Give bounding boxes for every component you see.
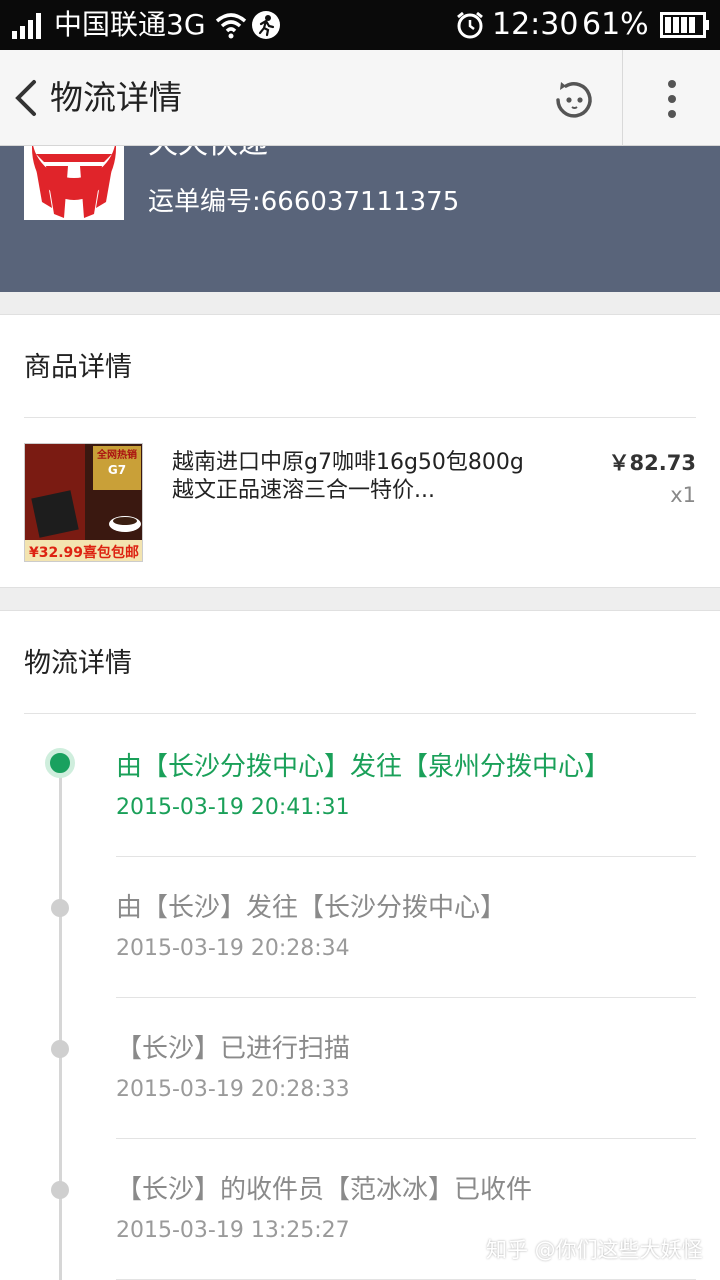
page-title: 物流详情: [50, 78, 182, 117]
more-menu-icon[interactable]: [660, 78, 684, 120]
signal-icon: [12, 13, 41, 39]
event-description: 由【长沙】发往【长沙分拨中心】: [116, 893, 507, 923]
product-thumbnail[interactable]: 全网热销 G7 ¥32.99喜包包邮: [24, 443, 143, 562]
event-time: 2015-03-19 20:28:34: [116, 936, 350, 961]
event-time: 2015-03-19 20:41:31: [116, 795, 350, 820]
back-arrow-icon[interactable]: [8, 74, 44, 122]
divider: [116, 997, 696, 998]
clock-label: 12:30: [492, 7, 579, 42]
courier-logo: [24, 146, 124, 220]
app-screen: 中国联通3G 12:30 61% 物流详情 运单编号:666037111375 …: [0, 0, 720, 1280]
product-price: ￥82.73: [608, 451, 696, 475]
divider: [116, 856, 696, 857]
status-bar: 中国联通3G 12:30 61%: [0, 0, 720, 50]
goods-section: 商品详情 全网热销 G7 ¥32.99喜包包邮 越南进口中原g7咖啡16g50包…: [0, 314, 720, 588]
logistics-section-title: 物流详情: [24, 648, 132, 679]
divider: [24, 417, 696, 418]
product-name[interactable]: 越南进口中原g7咖啡16g50包800g越文正品速溶三合一特价...: [172, 449, 532, 505]
product-quantity: x1: [670, 483, 696, 507]
logistics-section: 物流详情 由【长沙分拨中心】发往【泉州分拨中心】 2015-03-19 20:4…: [0, 610, 720, 1280]
timeline-dot: [51, 1040, 69, 1058]
thumb-price-label: ¥32.99喜包包邮: [29, 544, 139, 561]
timeline-dot-active: [45, 748, 75, 778]
thumb-label-top: 全网热销: [96, 448, 137, 461]
timeline-line: [59, 757, 62, 1280]
menu-divider: [622, 50, 623, 146]
timeline-dot: [51, 1181, 69, 1199]
event-description: 【长沙】已进行扫描: [116, 1034, 351, 1064]
event-time: 2015-03-19 13:25:27: [116, 1218, 350, 1243]
tracking-number[interactable]: 运单编号:666037111375: [148, 186, 459, 218]
watermark: 知乎 @你们这些大妖怪: [486, 1238, 703, 1262]
title-bar: 物流详情: [0, 50, 720, 146]
running-icon: [252, 11, 280, 39]
courier-name: 天天快递: [148, 146, 268, 162]
thumb-label-brand: G7: [108, 463, 126, 477]
divider: [24, 713, 696, 714]
goods-section-title: 商品详情: [24, 352, 132, 383]
event-time: 2015-03-19 20:28:33: [116, 1077, 350, 1102]
alarm-icon: [457, 11, 483, 39]
timeline-dot: [51, 899, 69, 917]
battery-icon: [660, 12, 709, 38]
event-description: 由【长沙分拨中心】发往【泉州分拨中心】: [116, 752, 611, 782]
wifi-icon: [215, 13, 247, 39]
courier-header: 天天快递 运单编号:666037111375: [0, 146, 720, 292]
mascot-icon[interactable]: [552, 80, 596, 120]
divider: [116, 1138, 696, 1139]
product-image: 全网热销 G7 ¥32.99喜包包邮: [25, 444, 142, 561]
event-description: 【长沙】的收件员【范冰冰】已收件: [116, 1175, 533, 1205]
battery-percent: 61%: [582, 7, 649, 42]
carrier-label: 中国联通3G: [54, 8, 206, 41]
